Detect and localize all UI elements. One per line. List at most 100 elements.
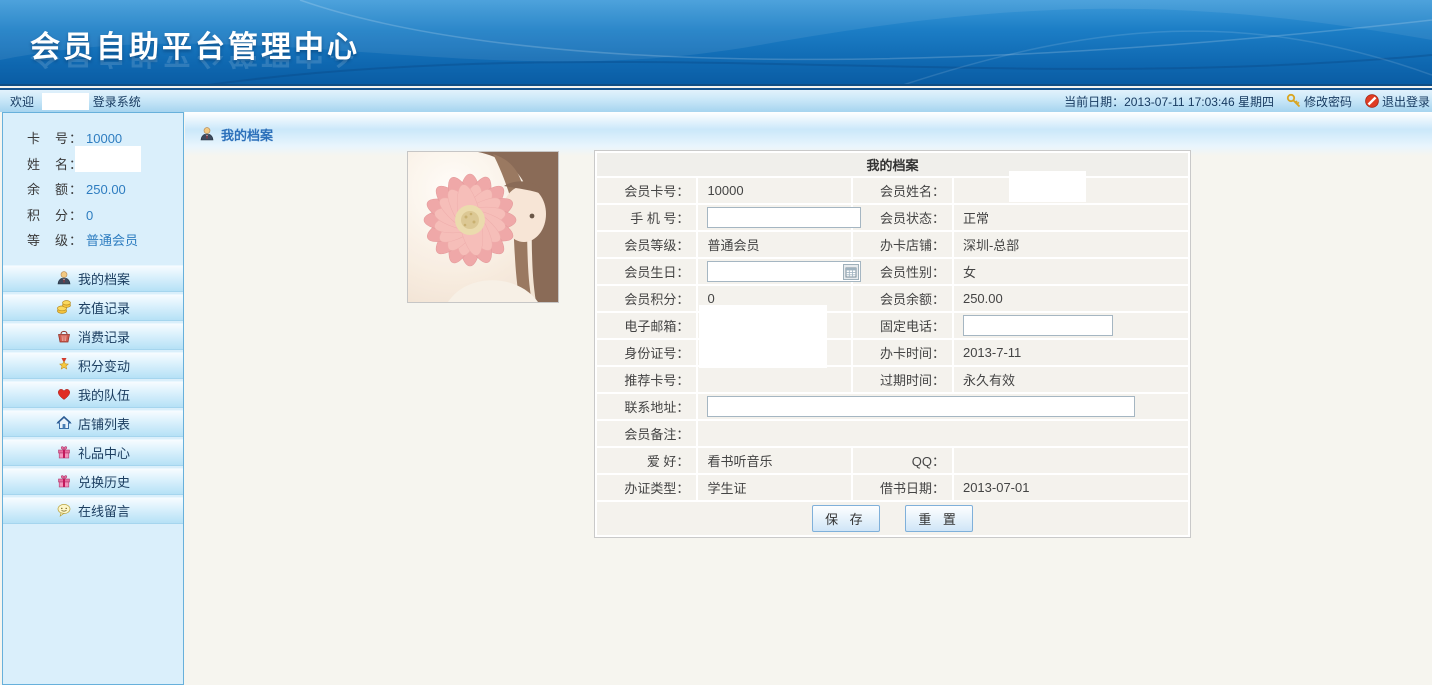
hobby-value: 看书听音乐	[698, 448, 850, 473]
card-time-label: 办卡时间：	[853, 340, 952, 365]
sidebar-item-gift-center[interactable]: 礼品中心	[3, 439, 183, 466]
gender-label: 会员性别：	[853, 259, 952, 284]
card-no-label: 会员卡号：	[597, 178, 696, 203]
gift-icon	[56, 444, 72, 460]
profile-level-row: 等 级：普通会员	[27, 228, 183, 254]
expire-label: 过期时间：	[853, 367, 952, 392]
expire-value: 永久有效	[954, 367, 1188, 392]
cert-type-value: 学生证	[698, 475, 850, 500]
sidebar-item-consumption-records[interactable]: 消费记录	[3, 323, 183, 350]
change-password-label: 修改密码	[1304, 93, 1352, 110]
card-time-value: 2013-7-11	[954, 340, 1188, 365]
redaction-box-welcome-name	[42, 93, 89, 110]
user-icon	[56, 270, 72, 286]
card-no-label: 卡 号：	[27, 131, 83, 146]
phone-label: 手 机 号：	[597, 205, 696, 230]
sidebar-item-my-profile[interactable]: 我的档案	[3, 265, 183, 292]
sidebar-item-label: 在线留言	[78, 501, 130, 520]
borrow-date-label: 借书日期：	[853, 475, 952, 500]
level-value: 普通会员	[86, 233, 138, 248]
logout-block-icon	[1364, 93, 1380, 109]
sidebar-item-label: 我的队伍	[78, 385, 130, 404]
form-title: 我的档案	[597, 153, 1188, 176]
member-name-label: 会员姓名：	[853, 178, 952, 203]
level-label: 会员等级：	[597, 232, 696, 257]
sidebar-item-online-message[interactable]: 在线留言	[3, 497, 183, 524]
tel-label: 固定电话：	[853, 313, 952, 338]
welcome-prefix: 欢迎	[10, 95, 34, 109]
basket-icon	[56, 328, 72, 344]
cert-type-label: 办证类型：	[597, 475, 696, 500]
sidebar-profile-summary: 卡 号：10000 姓 名： 余 额：250.00 积 分：0 等 级：普通会员	[3, 113, 183, 262]
medal-icon	[56, 357, 72, 373]
status-value: 正常	[954, 205, 1188, 230]
key-icon	[1286, 93, 1302, 109]
reset-button[interactable]: 重 置	[905, 505, 973, 532]
redaction-box-member-name	[1009, 171, 1086, 202]
sidebar-item-label: 积分变动	[78, 356, 130, 375]
tel-input[interactable]	[963, 315, 1113, 336]
profile-form-table: 我的档案 会员卡号： 10000 会员姓名： 手 机 号： 会员状态： 正常 会…	[594, 150, 1191, 538]
coins-icon	[56, 299, 72, 315]
sidebar-item-recharge-records[interactable]: 充值记录	[3, 294, 183, 321]
page: 会员自助平台管理中心 会员自助平台管理中心 欢迎 登录系统 当前日期：2013-…	[0, 0, 1432, 685]
points-label: 积 分：	[27, 208, 83, 223]
balance-label: 余 额：	[27, 182, 83, 197]
birthday-label: 会员生日：	[597, 259, 696, 284]
remark-label: 会员备注：	[597, 421, 696, 446]
sidebar-item-label: 我的档案	[78, 269, 130, 288]
heart-icon	[56, 386, 72, 402]
shop-label: 办卡店铺：	[853, 232, 952, 257]
redaction-box-email-id	[699, 305, 827, 368]
gift-icon	[56, 473, 72, 489]
sidebar-item-label: 兑换历史	[78, 472, 130, 491]
referrer-label: 推荐卡号：	[597, 367, 696, 392]
sidebar-item-label: 消费记录	[78, 327, 130, 346]
card-no-value: 10000	[86, 131, 122, 146]
borrow-date-value: 2013-07-01	[954, 475, 1188, 500]
points-label: 会员积分：	[597, 286, 696, 311]
sidebar-item-points-changes[interactable]: 积分变动	[3, 352, 183, 379]
chat-icon	[56, 502, 72, 518]
gender-value: 女	[954, 259, 1188, 284]
sidebar-item-label: 礼品中心	[78, 443, 130, 462]
remark-value	[698, 421, 1188, 446]
member-photo	[407, 151, 559, 303]
save-button[interactable]: 保 存	[812, 505, 880, 532]
address-label: 联系地址：	[597, 394, 696, 419]
balance-value: 250.00	[954, 286, 1188, 311]
change-password-link[interactable]: 修改密码	[1286, 93, 1352, 110]
logout-label: 退出登录	[1382, 93, 1430, 110]
calendar-icon[interactable]	[843, 264, 859, 280]
sidebar-item-label: 充值记录	[78, 298, 130, 317]
page-title-reflection: 会员自助平台管理中心	[30, 56, 360, 78]
level-value: 普通会员	[698, 232, 850, 257]
balance-value: 250.00	[86, 182, 126, 197]
qq-value	[954, 448, 1188, 473]
address-input[interactable]	[707, 396, 1135, 417]
qq-label: QQ：	[853, 448, 952, 473]
member-photo-image	[408, 152, 558, 302]
status-label: 会员状态：	[853, 205, 952, 230]
profile-points-row: 积 分：0	[27, 203, 183, 229]
sidebar-item-my-team[interactable]: 我的队伍	[3, 381, 183, 408]
topbar: 欢迎 登录系统 当前日期：2013-07-11 17:03:46 星期四 修改密…	[0, 88, 1432, 112]
sidebar: 卡 号：10000 姓 名： 余 额：250.00 积 分：0 等 级：普通会员…	[2, 112, 184, 685]
sidebar-item-exchange-history[interactable]: 兑换历史	[3, 468, 183, 495]
app-banner: 会员自助平台管理中心 会员自助平台管理中心	[0, 0, 1432, 86]
home-icon	[56, 415, 72, 431]
profile-balance-row: 余 额：250.00	[27, 177, 183, 203]
redaction-box-sidebar-name	[75, 146, 141, 172]
points-value: 0	[86, 208, 93, 223]
main-content: 我的档案	[185, 112, 1432, 685]
logout-link[interactable]: 退出登录	[1364, 93, 1430, 110]
sidebar-item-shop-list[interactable]: 店铺列表	[3, 410, 183, 437]
welcome-suffix: 登录系统	[93, 95, 141, 109]
balance-label: 会员余额：	[853, 286, 952, 311]
referrer-value	[698, 367, 850, 392]
birthday-input[interactable]	[707, 261, 861, 282]
level-label: 等 级：	[27, 233, 83, 248]
email-label: 电子邮箱：	[597, 313, 696, 338]
sidebar-item-label: 店铺列表	[78, 414, 130, 433]
phone-input[interactable]	[707, 207, 861, 228]
